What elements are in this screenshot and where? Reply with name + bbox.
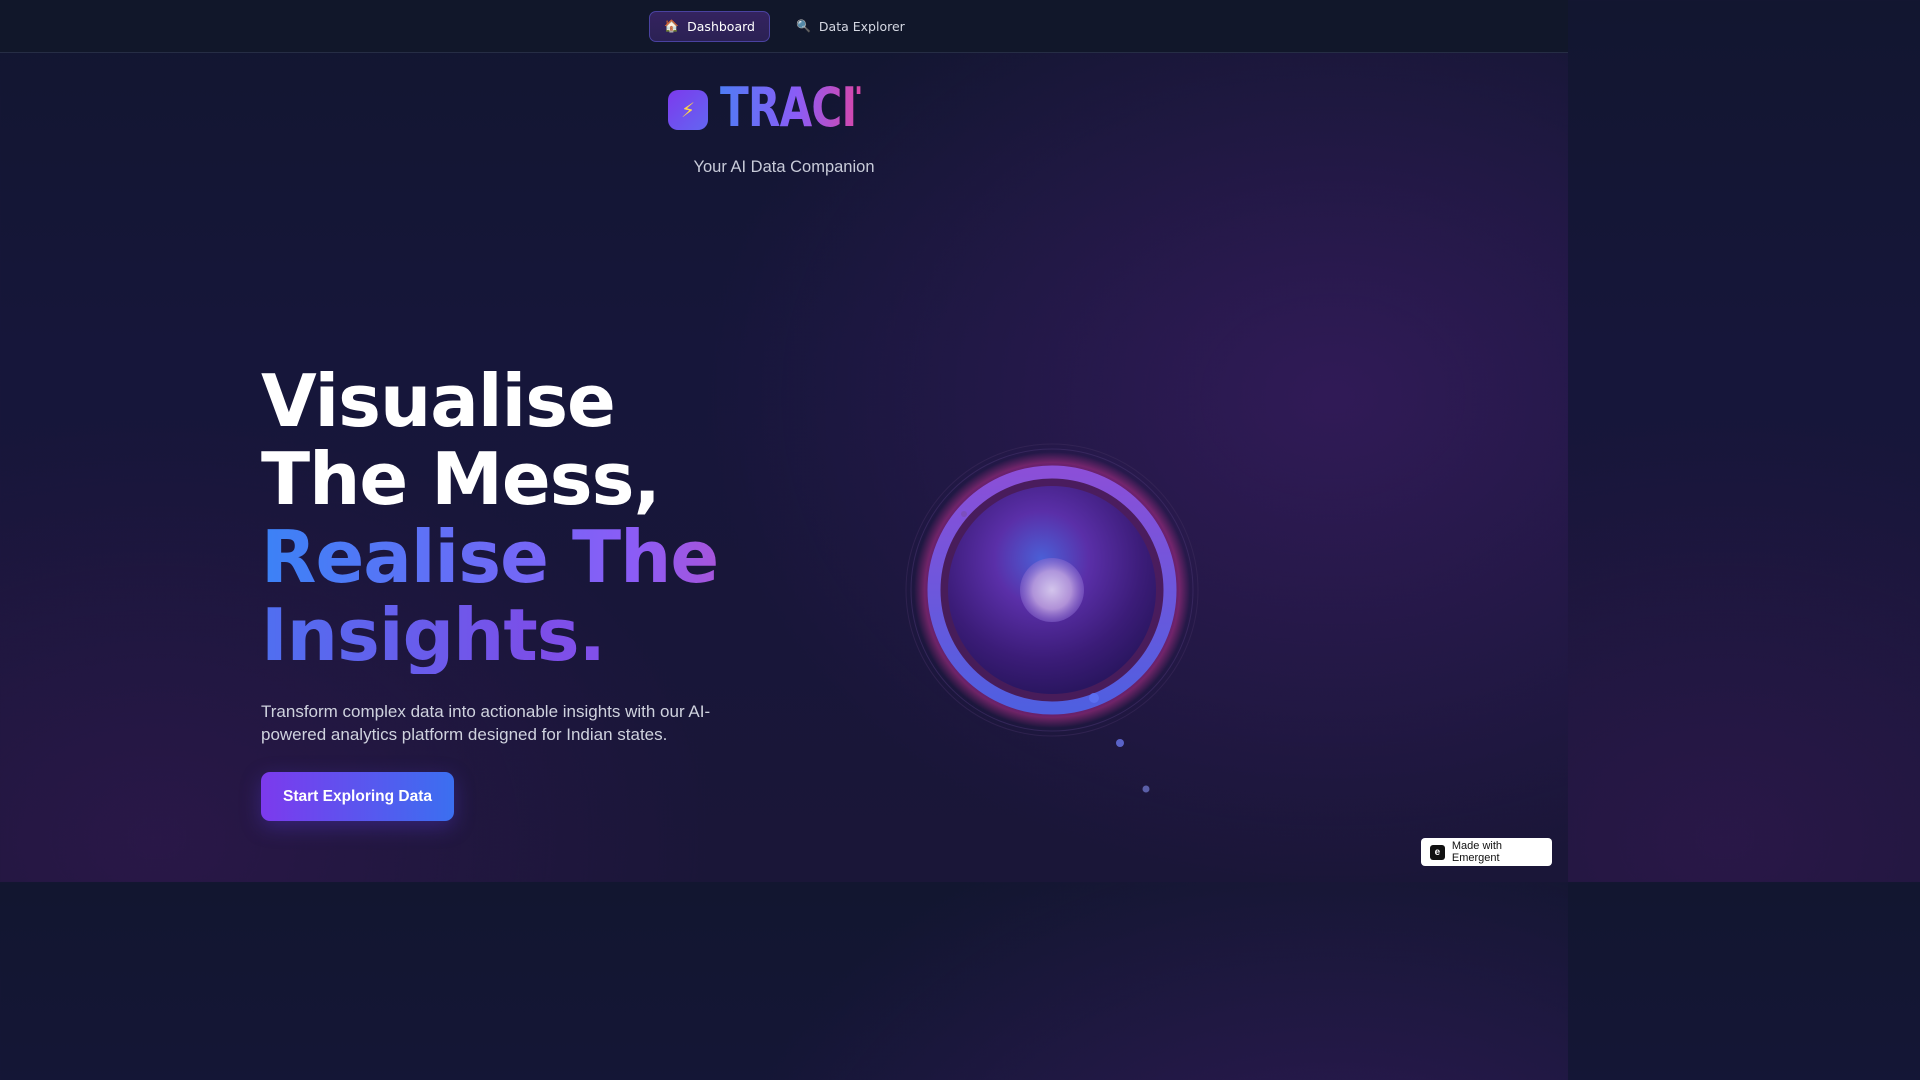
floating-dot [1142,785,1150,793]
brand-logo-text: TRACITY [720,76,915,139]
brand-tagline: Your AI Data Companion [693,158,875,176]
nav-data-explorer-label: Data Explorer [818,18,905,34]
emergent-logo-icon: e [1430,844,1445,860]
orb-dot-1 [1089,693,1099,703]
lightning-icon: ⚡ [668,90,708,130]
nav-data-explorer-button[interactable]: 🔍 Data Explorer [782,11,919,42]
made-with-label: Made with Emergent [1451,840,1503,864]
orb-dot-3 [961,511,967,517]
top-navigation: 🏠 Dashboard 🔍 Data Explorer [0,0,1568,53]
orb-dot-2 [1116,739,1124,747]
decorative-orb [892,430,1212,750]
hero-line-4: Insights. [261,596,881,674]
search-icon: 🔍 [795,19,811,33]
start-exploring-button[interactable]: Start Exploring Data [261,772,454,821]
hero-line-3: Realise The [261,518,881,596]
hero-description: Transform complex data into actionable i… [261,702,711,744]
brand-header: ⚡ TRACITY [0,76,1568,140]
made-with-emergent-badge[interactable]: e Made with Emergent [1421,838,1552,866]
hero-heading: Visualise The Mess, Realise The Insights… [261,362,881,674]
home-icon: 🏠 [664,19,680,33]
hero-line-2: The Mess, [261,437,661,521]
hero-line-1: Visualise [261,359,616,443]
nav-dashboard-button[interactable]: 🏠 Dashboard [649,10,770,42]
orb-graphic [905,443,1199,747]
nav-dashboard-label: Dashboard [687,18,755,34]
orb-center [1020,558,1084,622]
